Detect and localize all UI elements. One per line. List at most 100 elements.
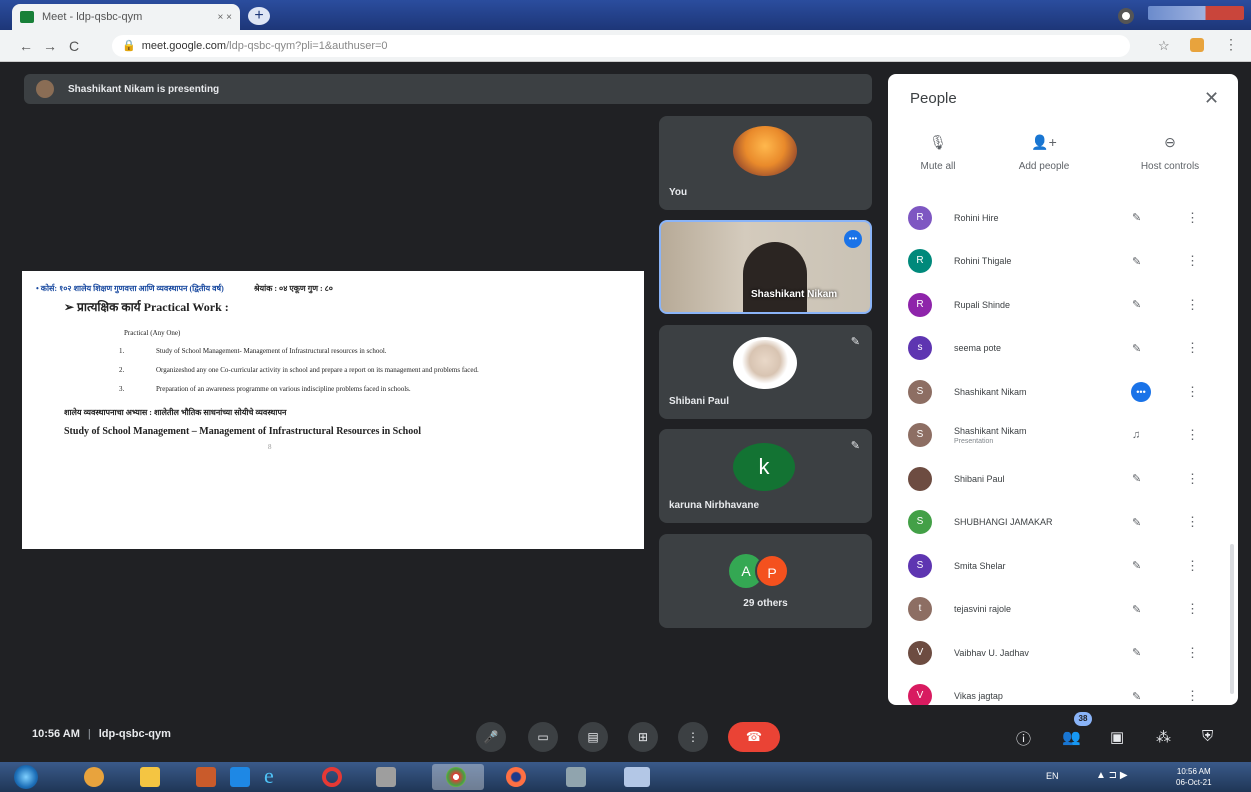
window-controls[interactable] (1148, 6, 1244, 20)
profile-icon[interactable] (1118, 8, 1134, 24)
browser-tab[interactable]: Meet - ldp-qsbc-qym × × (12, 4, 240, 30)
app-icon[interactable] (376, 767, 396, 787)
app-icon[interactable] (230, 767, 250, 787)
more-vert-icon[interactable]: ⋮ (1186, 384, 1199, 400)
avatar: V (908, 684, 932, 705)
people-icon[interactable]: 👥 (1062, 728, 1081, 746)
presenter-avatar (36, 80, 54, 98)
tray-clock[interactable]: 10:56 AM 06-Oct-21 (1176, 766, 1212, 788)
you-avatar (733, 126, 797, 176)
participant-tile-karuna[interactable]: k ✎ karuna Nirbhavane (659, 429, 872, 523)
avatar: t (908, 597, 932, 622)
participant-row[interactable]: S SHUBHANGI JAMAKAR ✎ ⋮ (888, 501, 1238, 545)
scrollbar[interactable] (1230, 544, 1234, 694)
mic-off-icon[interactable]: ✎ (1132, 298, 1141, 311)
activities-icon[interactable]: ⁂ (1156, 728, 1171, 746)
microphone-button[interactable]: 🎤 (476, 722, 506, 752)
host-controls-label: Host controls (1140, 161, 1200, 172)
mic-off-icon[interactable]: ✎ (1132, 646, 1141, 659)
more-vert-icon[interactable]: ⋮ (1186, 471, 1199, 487)
folder-icon[interactable] (140, 767, 160, 787)
captions-button[interactable]: ▤ (578, 722, 608, 752)
participant-subtitle: Presentation (954, 437, 994, 445)
participant-row[interactable]: t tejasvini rajole ✎ ⋮ (888, 588, 1238, 632)
new-tab-button[interactable]: + (248, 7, 270, 25)
mic-off-icon[interactable]: ✎ (1132, 559, 1141, 572)
mic-off-icon[interactable]: ✎ (1132, 211, 1141, 224)
mic-off-icon[interactable]: ✎ (1132, 472, 1141, 485)
participant-row[interactable]: R Rohini Hire ✎ ⋮ (888, 196, 1238, 240)
avatar: R (908, 292, 932, 317)
add-people-button[interactable]: 👤+ Add people (1004, 134, 1084, 172)
participant-row[interactable]: V Vaibhav U. Jadhav ✎ ⋮ (888, 631, 1238, 675)
participant-row[interactable]: s seema pote ✎ ⋮ (888, 327, 1238, 371)
more-vert-icon[interactable]: ⋮ (1186, 253, 1199, 269)
karuna-avatar: k (733, 443, 795, 491)
mic-off-icon[interactable]: ✎ (1132, 603, 1141, 616)
start-button[interactable] (14, 765, 38, 789)
info-icon[interactable]: ⓘ (1016, 728, 1031, 749)
mic-off-icon[interactable]: ✎ (1132, 690, 1141, 703)
more-vert-icon[interactable]: ⋮ (1186, 645, 1199, 661)
participant-row[interactable]: S Shashikant Nikam Presentation ♫ ⋮ (888, 414, 1238, 458)
tab-close-icon[interactable]: × × (218, 12, 232, 23)
participant-tile-others[interactable]: A P 29 others (659, 534, 872, 628)
mic-off-icon[interactable]: ✎ (1132, 342, 1141, 355)
participant-row[interactable]: V Vikas jagtap ✎ ⋮ (888, 675, 1238, 705)
participant-name: tejasvini rajole (954, 604, 1012, 615)
bookmark-star-icon[interactable]: ☆ (1158, 38, 1170, 54)
participant-tile-you[interactable]: You (659, 116, 872, 210)
url-field[interactable]: 🔒 meet.google.com/ldp-qsbc-qym?pli=1&auth… (112, 35, 1130, 57)
language-indicator[interactable]: EN (1046, 771, 1059, 781)
end-call-button[interactable]: ☎ (728, 722, 780, 752)
firefox-icon[interactable] (506, 767, 526, 787)
app-icon[interactable] (566, 767, 586, 787)
camera-button[interactable]: ▭ (528, 722, 558, 752)
audio-icon[interactable]: ♫ (1132, 429, 1140, 441)
more-vert-icon[interactable]: ⋮ (1186, 688, 1199, 704)
more-vert-icon[interactable]: ⋮ (1186, 210, 1199, 226)
close-icon[interactable]: ✕ (1204, 88, 1219, 109)
mute-all-button[interactable]: 🎙 Mute all (908, 134, 968, 172)
mic-off-icon[interactable]: ✎ (1132, 255, 1141, 268)
app-icon[interactable] (624, 767, 650, 787)
participant-name: Rohini Hire (954, 212, 999, 223)
participant-name-block: Vaibhav U. Jadhav (954, 648, 1104, 658)
host-controls-button[interactable]: ⊖ Host controls (1120, 134, 1220, 172)
reload-icon[interactable]: C (62, 38, 86, 54)
participant-row[interactable]: S Smita Shelar ✎ ⋮ (888, 544, 1238, 588)
participant-row[interactable]: R Rohini Thigale ✎ ⋮ (888, 240, 1238, 284)
shibani-avatar (733, 337, 797, 389)
media-icon[interactable] (196, 767, 216, 787)
participant-name-block: Rohini Hire (954, 213, 1104, 223)
chrome-icon[interactable] (446, 767, 466, 787)
tray-icons[interactable]: ▲ ⊐ ▶ (1096, 770, 1128, 781)
participant-name: Shibani Paul (954, 473, 1005, 484)
participant-list: R Rohini Hire ✎ ⋮ R Rohini Thigale ✎ ⋮ R Rupali S… (888, 196, 1238, 705)
chat-icon[interactable]: ▣ (1110, 728, 1124, 746)
participant-tile-speaker[interactable]: ••• Shashikant Nikam (659, 220, 872, 314)
participant-row[interactable]: Shibani Paul ✎ ⋮ (888, 457, 1238, 501)
more-vert-icon[interactable]: ⋮ (1186, 601, 1199, 617)
more-vert-icon[interactable]: ⋮ (1186, 297, 1199, 313)
more-vert-icon[interactable]: ⋮ (1186, 558, 1199, 574)
more-options-button[interactable]: ⋮ (678, 722, 708, 752)
more-vert-icon[interactable]: ⋮ (1186, 514, 1199, 530)
participant-row[interactable]: R Rupali Shinde ✎ ⋮ (888, 283, 1238, 327)
more-vert-icon[interactable]: ⋮ (1186, 340, 1199, 356)
extension-icon[interactable] (1190, 38, 1204, 52)
participant-row[interactable]: S Shashikant Nikam ••• ⋮ (888, 370, 1238, 414)
host-shield-icon[interactable]: ⛨ (1202, 728, 1213, 745)
speaking-icon[interactable]: ••• (1131, 381, 1151, 402)
back-icon[interactable]: ← (14, 38, 38, 54)
opera-icon[interactable] (322, 767, 342, 787)
mic-off-icon[interactable]: ✎ (1132, 516, 1141, 529)
avatar: S (908, 379, 932, 404)
present-button[interactable]: ⊞ (628, 722, 658, 752)
participant-tile-shibani[interactable]: ✎ Shibani Paul (659, 325, 872, 419)
browser-menu-icon[interactable]: ⋮ (1224, 36, 1238, 53)
ie-icon[interactable]: e (264, 765, 284, 787)
more-vert-icon[interactable]: ⋮ (1186, 427, 1199, 443)
forward-icon[interactable]: → (38, 38, 62, 54)
app-icon[interactable] (84, 767, 104, 787)
